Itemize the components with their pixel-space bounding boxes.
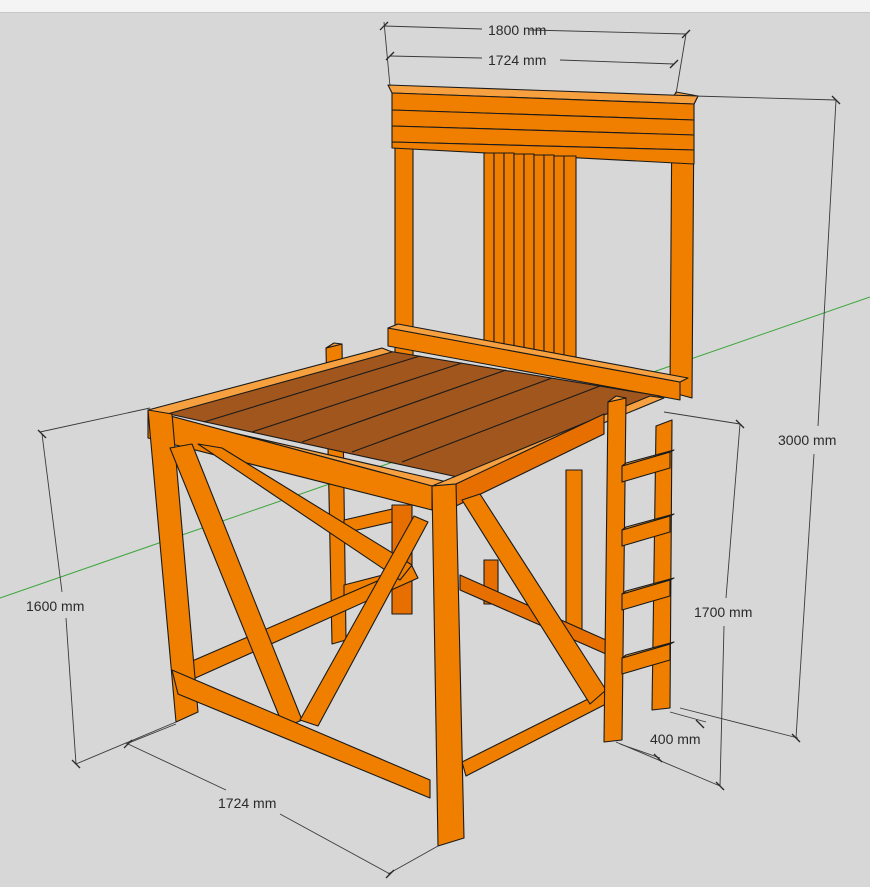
label-platform-height: 1600 mm — [26, 598, 84, 614]
front-frame — [147, 395, 627, 847]
label-top-outer: 1800 mm — [488, 22, 546, 38]
dimension-base-depth — [123, 723, 439, 879]
label-ladder-height: 1700 mm — [694, 604, 752, 620]
label-top-inner: 1724 mm — [488, 52, 546, 68]
headboard-slats — [483, 152, 577, 369]
loft-bed-drawing: 1800 mm 1724 mm 3000 mm 1700 mm 400 mm 1… — [0, 21, 870, 879]
dimension-total-height — [679, 95, 841, 743]
ladder — [621, 419, 675, 711]
bottom-rail-right-back — [461, 689, 607, 777]
model-viewport[interactable]: 1800 mm 1724 mm 3000 mm 1700 mm 400 mm 1… — [0, 0, 870, 882]
label-base-depth: 1724 mm — [218, 795, 276, 811]
label-ladder-width: 400 mm — [650, 731, 701, 747]
label-total-height: 3000 mm — [778, 432, 836, 448]
headboard — [387, 84, 699, 401]
